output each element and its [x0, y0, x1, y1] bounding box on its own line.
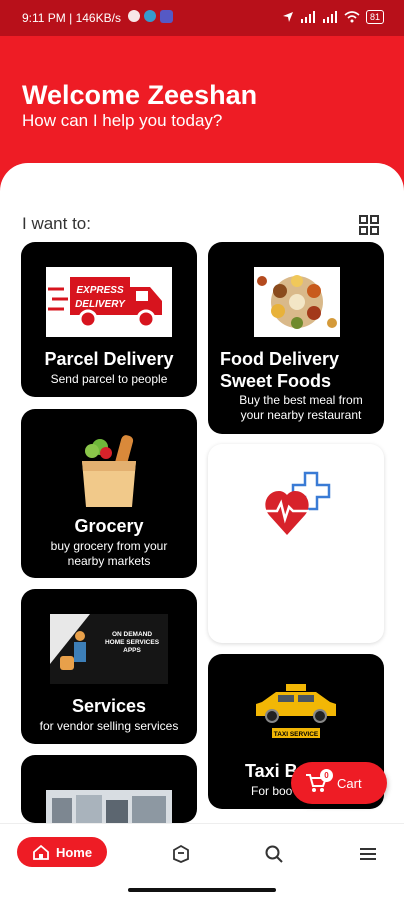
- grocery-bag-icon: [82, 435, 136, 507]
- orders-box-icon[interactable]: [171, 844, 191, 864]
- signal-icon-2: [322, 11, 337, 23]
- food-delivery-subtitle-2: your nearby restaurant: [240, 408, 362, 422]
- services-title: Services: [71, 696, 147, 716]
- services-subtitle: for vendor selling services: [39, 719, 179, 733]
- grid-view-icon[interactable]: [359, 215, 379, 235]
- battery-indicator: 81: [365, 10, 384, 24]
- home-icon: [33, 844, 49, 860]
- svg-text:ON DEMAND: ON DEMAND: [112, 631, 152, 638]
- gesture-home-indicator[interactable]: [128, 888, 276, 892]
- status-system-icons: 81: [282, 10, 384, 24]
- cart-label: Cart: [337, 775, 362, 791]
- food-delivery-card[interactable]: Food Delivery Sweet Foods Buy the best m…: [208, 242, 384, 434]
- health-heart-icon: [265, 471, 331, 535]
- parcel-delivery-subtitle: Send parcel to people: [50, 372, 168, 386]
- alarm-icon: [128, 10, 140, 22]
- menu-icon[interactable]: [358, 844, 378, 864]
- status-notification-icons: [128, 10, 173, 23]
- cart-count-badge: 0: [320, 769, 333, 782]
- grocery-subtitle: buy grocery from your: [50, 539, 168, 553]
- health-card[interactable]: [208, 444, 384, 643]
- parcel-delivery-image: EXPRESS DELIVERY: [46, 267, 172, 337]
- welcome-title: Welcome Zeeshan: [22, 80, 258, 110]
- partial-card-image: [46, 790, 172, 823]
- status-time: 9:11 PM | 146KB/s: [22, 11, 121, 25]
- svg-text:TAXI SERVICE: TAXI SERVICE: [274, 731, 319, 738]
- svg-text:DELIVERY: DELIVERY: [75, 299, 126, 310]
- taxi-booking-subtitle: For boo: [251, 784, 293, 798]
- search-icon[interactable]: [264, 844, 284, 864]
- signal-icon: [300, 11, 315, 23]
- svg-text:APPS: APPS: [123, 647, 141, 654]
- taxi-booking-title: Taxi B: [245, 761, 298, 781]
- taxi-car-icon: TAXI SERVICE: [256, 684, 336, 738]
- status-bar: 9:11 PM | 146KB/s 81: [0, 0, 404, 36]
- svg-text:EXPRESS: EXPRESS: [76, 285, 124, 296]
- telegram-icon: [144, 10, 156, 22]
- parcel-delivery-card[interactable]: EXPRESS DELIVERY Parcel Delivery Send pa…: [21, 242, 197, 397]
- nav-home-label: Home: [55, 844, 93, 860]
- section-label: I want to:: [22, 214, 91, 233]
- nav-home-button[interactable]: Home: [17, 837, 107, 867]
- food-delivery-image: [254, 267, 340, 337]
- welcome-subtitle: How can I help you today?: [22, 111, 223, 130]
- grocery-subtitle-2: nearby markets: [67, 554, 151, 568]
- chat-app-icon: [160, 10, 173, 23]
- food-delivery-title-2: Sweet Foods: [220, 371, 332, 391]
- cart-button[interactable]: 0 Cart: [291, 762, 387, 804]
- food-delivery-title: Food Delivery: [220, 349, 340, 369]
- grocery-card[interactable]: Grocery buy grocery from your nearby mar…: [21, 409, 197, 578]
- food-delivery-subtitle: Buy the best meal from: [239, 393, 363, 407]
- partial-card[interactable]: [21, 755, 197, 823]
- parcel-delivery-title: Parcel Delivery: [44, 349, 174, 369]
- grocery-title: Grocery: [74, 516, 144, 536]
- location-icon: [282, 12, 293, 22]
- wifi-icon: [344, 11, 360, 23]
- services-image: ON DEMAND HOME SERVICES APPS: [50, 614, 168, 684]
- svg-text:HOME SERVICES: HOME SERVICES: [105, 639, 160, 646]
- services-card[interactable]: ON DEMAND HOME SERVICES APPS Services fo…: [21, 589, 197, 744]
